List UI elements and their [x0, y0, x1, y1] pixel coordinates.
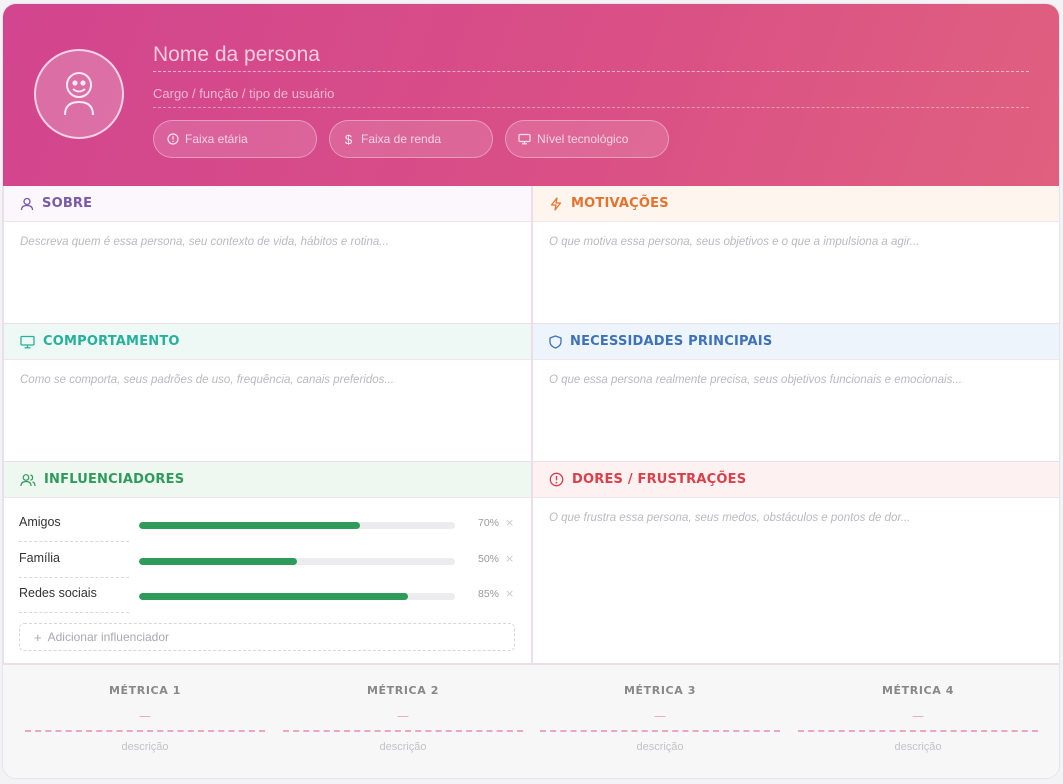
metric-4[interactable]: MÉTRICA 4 — descrição: [798, 665, 1038, 778]
metric-title: MÉTRICA 4: [882, 684, 954, 697]
influencer-name-input[interactable]: Redes sociais: [19, 579, 129, 613]
section-title: NECESSIDADES PRINCIPAIS: [570, 334, 773, 349]
metric-divider: [798, 730, 1038, 732]
user-icon: [20, 197, 34, 210]
plus-icon: +: [34, 629, 42, 645]
metric-divider: [283, 730, 523, 732]
influencer-percent: 70%: [477, 517, 499, 529]
chip-label: Nível tecnológico: [537, 132, 629, 146]
influencer-percent: 85%: [477, 588, 499, 600]
chip-label: Faixa etária: [185, 132, 248, 146]
remove-influencer-button[interactable]: ×: [505, 552, 514, 565]
persona-name-input[interactable]: Nome da persona: [153, 40, 1029, 72]
influencer-bar-fill: [139, 522, 361, 529]
section-comportamento: COMPORTAMENTO Como se comporta, seus pad…: [3, 324, 532, 462]
metric-2[interactable]: MÉTRICA 2 — descrição: [283, 665, 523, 778]
metric-1[interactable]: MÉTRICA 1 — descrição: [25, 665, 265, 778]
users-icon: [20, 473, 36, 486]
comportamento-textarea[interactable]: Como se comporta, seus padrões de uso, f…: [4, 360, 531, 400]
influencer-percent: 50%: [477, 553, 499, 565]
alert-circle-icon: [549, 472, 564, 487]
metric-description[interactable]: descrição: [25, 741, 265, 753]
metric-divider: [540, 730, 780, 732]
metric-3[interactable]: MÉTRICA 3 — descrição: [540, 665, 780, 778]
shield-icon: [549, 334, 562, 349]
add-influencer-label: Adicionar influenciador: [47, 630, 169, 644]
section-title: DORES / FRUSTRAÇÕES: [572, 472, 747, 487]
influencer-bar-fill: [139, 593, 408, 600]
persona-role-input[interactable]: Cargo / função / tipo de usuário: [153, 84, 1029, 108]
metric-description[interactable]: descrição: [798, 741, 1038, 753]
metric-description[interactable]: descrição: [283, 741, 523, 753]
necessidades-textarea[interactable]: O que essa persona realmente precisa, se…: [533, 360, 1059, 400]
smiley-user-icon: [64, 72, 94, 116]
section-header: NECESSIDADES PRINCIPAIS: [533, 324, 1059, 360]
metric-value[interactable]: —: [25, 709, 265, 723]
remove-influencer-button[interactable]: ×: [505, 516, 514, 529]
avatar[interactable]: [34, 49, 124, 139]
tech-level-chip[interactable]: Nível tecnológico: [505, 120, 669, 158]
influencer-row: Amigos 70% ×: [19, 508, 515, 542]
section-title: COMPORTAMENTO: [43, 334, 180, 349]
dollar-icon: $: [344, 131, 353, 147]
age-range-chip[interactable]: Faixa etária: [153, 120, 317, 158]
income-range-chip[interactable]: $ Faixa de renda: [329, 120, 493, 158]
metric-description[interactable]: descrição: [540, 741, 780, 753]
section-dores: DORES / FRUSTRAÇÕES O que frustra essa p…: [532, 462, 1059, 664]
section-title: SOBRE: [42, 196, 93, 211]
dores-textarea[interactable]: O que frustra essa persona, seus medos, …: [533, 498, 1059, 538]
motivacoes-textarea[interactable]: O que motiva essa persona, seus objetivo…: [533, 222, 1059, 262]
persona-header: Nome da persona Cargo / função / tipo de…: [3, 4, 1059, 186]
metric-divider: [25, 730, 265, 732]
influencer-name-input[interactable]: Amigos: [19, 508, 129, 542]
chip-label: Faixa de renda: [361, 132, 442, 146]
section-title: MOTIVAÇÕES: [571, 196, 669, 211]
influencer-slider[interactable]: [139, 522, 455, 529]
influencer-slider[interactable]: [139, 558, 455, 565]
section-header: DORES / FRUSTRAÇÕES: [533, 462, 1059, 498]
lightning-icon: [550, 196, 562, 211]
influencer-name-input[interactable]: Família: [19, 544, 129, 578]
metric-value[interactable]: —: [798, 709, 1038, 723]
section-necessidades: NECESSIDADES PRINCIPAIS O que essa perso…: [532, 324, 1059, 462]
sobre-textarea[interactable]: Descreva quem é essa persona, seu contex…: [4, 222, 531, 262]
persona-card: Nome da persona Cargo / função / tipo de…: [2, 3, 1060, 779]
alert-circle-icon: [166, 133, 179, 146]
influencer-row: Família 50% ×: [19, 544, 515, 578]
monitor-icon: [20, 335, 35, 348]
metric-title: MÉTRICA 1: [109, 684, 181, 697]
add-influencer-button[interactable]: + Adicionar influenciador: [19, 623, 515, 651]
section-motivacoes: MOTIVAÇÕES O que motiva essa persona, se…: [532, 186, 1059, 324]
section-header: INFLUENCIADORES: [4, 462, 531, 498]
metric-title: MÉTRICA 3: [624, 684, 696, 697]
section-header: MOTIVAÇÕES: [533, 186, 1059, 222]
monitor-icon: [518, 133, 531, 146]
influencer-slider[interactable]: [139, 593, 455, 600]
influencer-bar-fill: [139, 558, 297, 565]
metric-value[interactable]: —: [540, 709, 780, 723]
section-sobre: SOBRE Descreva quem é essa persona, seu …: [3, 186, 532, 324]
metric-value[interactable]: —: [283, 709, 523, 723]
section-header: SOBRE: [4, 186, 531, 222]
metric-title: MÉTRICA 2: [367, 684, 439, 697]
influencer-row: Redes sociais 85% ×: [19, 579, 515, 613]
remove-influencer-button[interactable]: ×: [505, 587, 514, 600]
section-title: INFLUENCIADORES: [44, 472, 185, 487]
section-header: COMPORTAMENTO: [4, 324, 531, 360]
metrics-bar: MÉTRICA 1 — descrição MÉTRICA 2 — descri…: [3, 664, 1059, 778]
